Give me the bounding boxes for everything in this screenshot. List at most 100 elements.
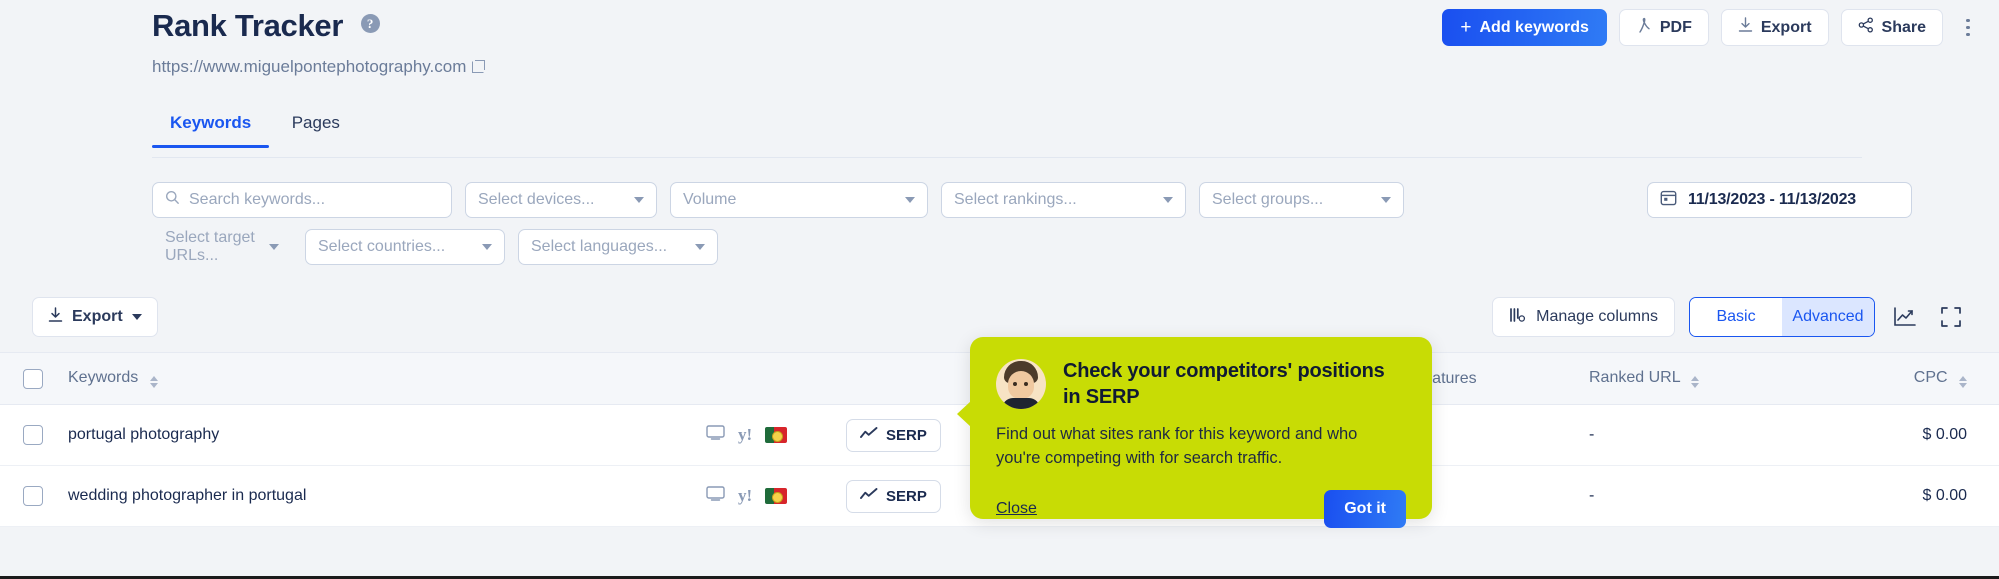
view-mode-advanced[interactable]: Advanced <box>1782 298 1874 336</box>
serp-button[interactable]: SERP <box>846 479 941 513</box>
export-label-header: Export <box>1760 18 1812 36</box>
row-checkbox[interactable] <box>23 486 43 506</box>
row-ranked-url: - <box>1589 487 1595 504</box>
kebab-menu-icon[interactable] <box>1955 13 1981 43</box>
tab-keywords-label: Keywords <box>170 113 252 132</box>
manage-columns-button[interactable]: Manage columns <box>1492 297 1675 337</box>
row-cpc: $ 0.00 <box>1922 426 1967 443</box>
export-dropdown-button[interactable]: Export <box>32 297 158 337</box>
column-cpc-label: CPC <box>1913 369 1948 386</box>
popover-got-it-button[interactable]: Got it <box>1324 490 1406 529</box>
chevron-down-icon <box>1163 197 1173 203</box>
line-chart-icon[interactable] <box>1889 301 1921 333</box>
sort-icon[interactable] <box>1959 376 1967 388</box>
serp-button[interactable]: SERP <box>846 418 941 452</box>
row-cpc: $ 0.00 <box>1922 487 1967 504</box>
chevron-down-icon <box>695 244 705 250</box>
target-urls-select[interactable]: Select target URLs... <box>152 229 292 265</box>
countries-label: Select countries... <box>318 238 446 255</box>
share-label: Share <box>1881 18 1926 36</box>
devices-label: Select devices... <box>478 191 595 208</box>
row-serp-cell: SERP <box>846 479 976 513</box>
chevron-down-icon <box>482 244 492 250</box>
sort-icon[interactable] <box>149 376 158 388</box>
plus-icon: + <box>1460 17 1472 38</box>
site-url[interactable]: https://www.miguelpontephotography.com <box>152 57 486 77</box>
search-input[interactable]: Search keywords... <box>152 182 452 218</box>
share-icon <box>1858 17 1874 38</box>
column-cpc[interactable]: CPC <box>1869 369 1999 388</box>
languages-label: Select languages... <box>531 238 668 255</box>
manage-columns-label: Manage columns <box>1536 308 1658 325</box>
date-range-value: 11/13/2023 - 11/13/2023 <box>1688 191 1857 208</box>
chevron-down-icon <box>1381 197 1391 203</box>
rank-tracker-page: Rank Tracker ? https://www.miguelponteph… <box>0 0 1999 579</box>
calendar-icon <box>1660 189 1677 211</box>
devices-select[interactable]: Select devices... <box>465 182 657 218</box>
pdf-label: PDF <box>1659 18 1692 36</box>
row-keyword: portugal photography <box>68 426 220 443</box>
column-keywords[interactable]: Keywords <box>66 369 706 388</box>
add-keywords-button[interactable]: + Add keywords <box>1442 9 1607 46</box>
view-mode-basic[interactable]: Basic <box>1690 298 1782 336</box>
trend-icon <box>860 487 878 505</box>
groups-label: Select groups... <box>1212 191 1324 208</box>
share-button[interactable]: Share <box>1840 9 1943 46</box>
table-action-bar: Export Manage columns Basic Advanced <box>0 290 1999 344</box>
volume-select[interactable]: Volume <box>670 182 928 218</box>
select-all-checkbox[interactable] <box>23 368 43 389</box>
serp-button-label: SERP <box>886 487 927 505</box>
tab-pages-label: Pages <box>291 113 340 132</box>
fullscreen-icon[interactable] <box>1935 301 1967 333</box>
filter-row-1: Search keywords... Select devices... Vol… <box>152 182 1912 218</box>
select-all-cell <box>0 368 66 389</box>
chevron-down-icon <box>634 197 644 203</box>
popover-footer: Close Got it <box>996 490 1406 529</box>
add-keywords-label: Add keywords <box>1479 18 1589 36</box>
popover-close-link[interactable]: Close <box>996 500 1037 518</box>
header-actions: + Add keywords PDF Export Share <box>1442 9 1981 46</box>
row-select-cell <box>0 425 66 445</box>
column-ranked-url[interactable]: Ranked URL <box>1589 369 1869 388</box>
volume-label: Volume <box>683 191 737 208</box>
rankings-label: Select rankings... <box>954 191 1077 208</box>
groups-select[interactable]: Select groups... <box>1199 182 1404 218</box>
sort-icon[interactable] <box>1691 376 1700 388</box>
pdf-button[interactable]: PDF <box>1618 9 1709 46</box>
export-button-header[interactable]: Export <box>1720 9 1829 46</box>
countries-select[interactable]: Select countries... <box>305 229 505 265</box>
row-keyword: wedding photographer in portugal <box>68 487 307 504</box>
search-placeholder: Search keywords... <box>189 191 326 208</box>
view-mode-segmented: Basic Advanced <box>1689 297 1875 337</box>
row-select-cell <box>0 486 66 506</box>
yahoo-icon: y! <box>738 486 753 505</box>
page-title: Rank Tracker <box>152 8 344 43</box>
column-keywords-label: Keywords <box>68 369 139 386</box>
chevron-down-icon <box>131 314 142 320</box>
download-icon <box>48 306 63 328</box>
tab-pages[interactable]: Pages <box>274 113 358 147</box>
target-urls-label: Select target URLs... <box>165 229 255 264</box>
filters: Search keywords... Select devices... Vol… <box>152 182 1912 276</box>
portugal-flag <box>765 427 788 443</box>
row-meta: y! <box>706 425 846 445</box>
chevron-down-icon <box>905 197 915 203</box>
popover-body: Find out what sites rank for this keywor… <box>996 425 1358 468</box>
pdf-icon <box>1636 17 1652 39</box>
external-link-icon <box>472 60 486 73</box>
popover-title: Check your competitors' positions in SER… <box>1063 360 1385 408</box>
serp-button-label: SERP <box>886 426 927 444</box>
date-range-picker[interactable]: 11/13/2023 - 11/13/2023 <box>1647 182 1912 218</box>
languages-select[interactable]: Select languages... <box>518 229 718 265</box>
tab-keywords[interactable]: Keywords <box>152 113 270 148</box>
desktop-icon <box>706 425 725 445</box>
rankings-select[interactable]: Select rankings... <box>941 182 1186 218</box>
yahoo-icon: y! <box>738 425 753 444</box>
portugal-flag <box>765 488 788 504</box>
page-header: Rank Tracker ? https://www.miguelponteph… <box>0 0 1999 110</box>
search-icon <box>165 190 180 210</box>
row-ranked-url: - <box>1589 426 1595 443</box>
download-icon <box>1738 17 1753 38</box>
question-circle-icon[interactable]: ? <box>360 14 380 33</box>
row-checkbox[interactable] <box>23 425 43 445</box>
